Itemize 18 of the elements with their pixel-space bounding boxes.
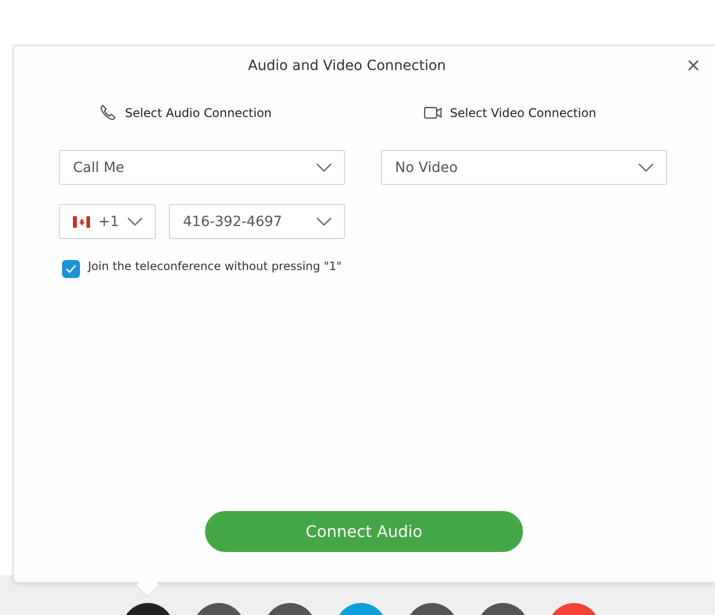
flag-icon <box>73 216 90 228</box>
video-heading: Select Video Connection <box>450 106 596 120</box>
phone-icon <box>99 104 117 122</box>
dialog-title: Audio and Video Connection <box>248 58 446 74</box>
chevron-down-icon <box>316 162 332 172</box>
video-camera-icon <box>424 106 442 120</box>
phone-number-select[interactable]: 416-392-4697 <box>169 204 345 239</box>
checkmark-icon <box>65 264 77 274</box>
close-button[interactable]: × <box>684 55 703 76</box>
chevron-down-icon <box>127 216 143 226</box>
video-connection-select[interactable]: No Video <box>381 150 667 185</box>
chevron-down-icon <box>316 216 332 226</box>
country-code-select[interactable]: +1 <box>59 204 156 239</box>
checkbox-label: Join the teleconference without pressing "1" <box>88 259 343 274</box>
checkbox[interactable] <box>62 260 80 278</box>
audio-heading: Select Audio Connection <box>125 106 272 120</box>
chevron-down-icon <box>638 162 654 172</box>
audio-connection-select[interactable]: Call Me <box>59 150 345 185</box>
